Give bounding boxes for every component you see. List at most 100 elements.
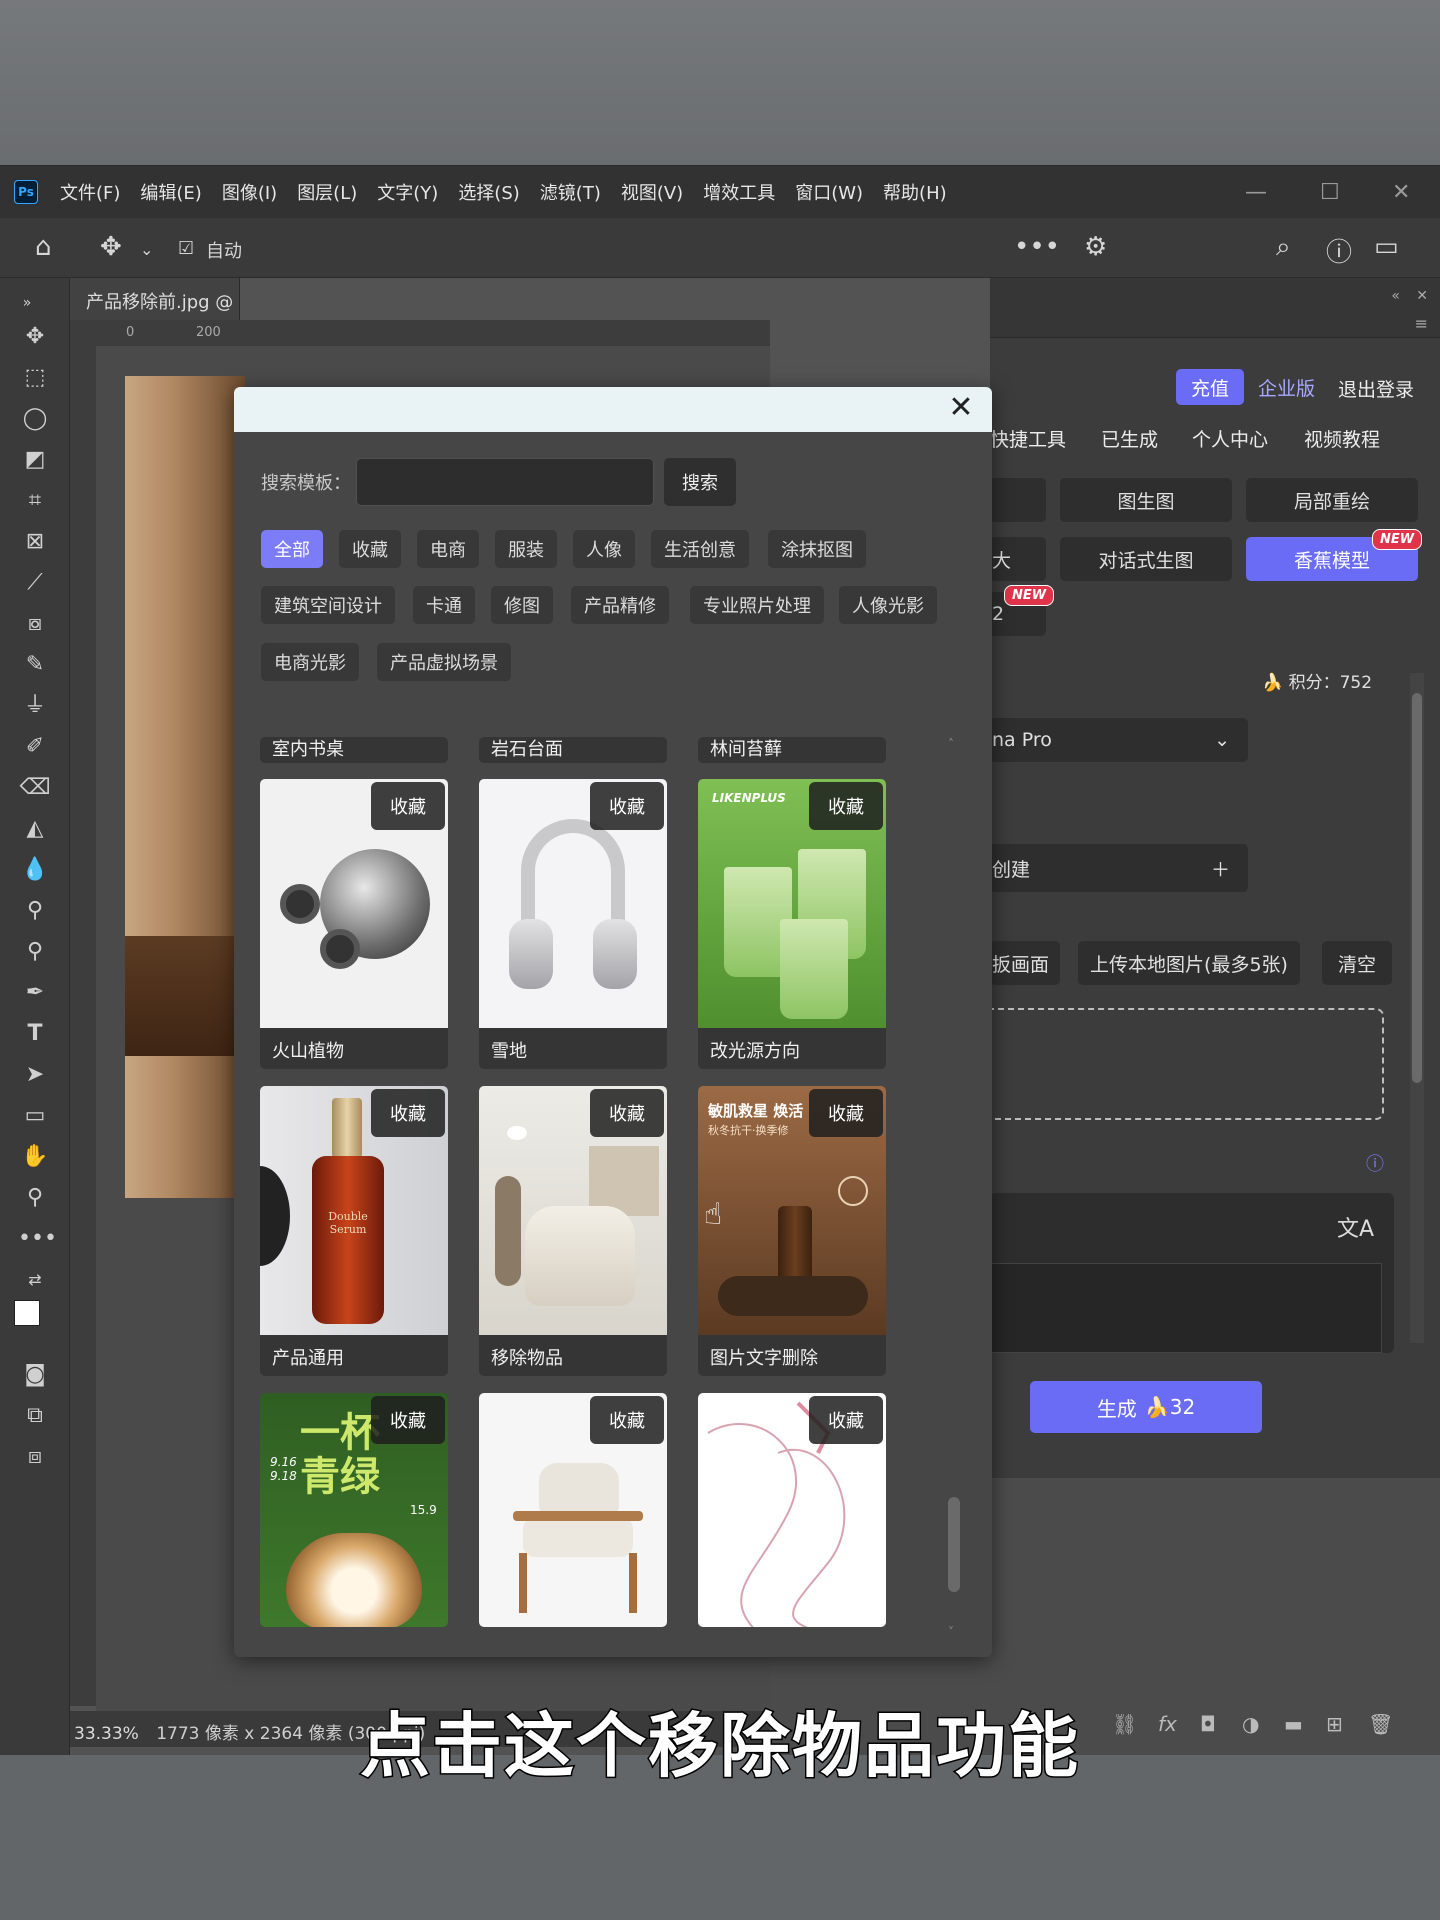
template-card[interactable]: 收藏 xyxy=(698,1393,886,1627)
blur-tool-icon[interactable]: 💧 xyxy=(18,853,52,887)
template-card-product-general[interactable]: Double Serum 收藏 产品通用 xyxy=(260,1086,448,1376)
expand-icon[interactable]: » xyxy=(10,286,44,320)
category-retouch[interactable]: 修图 xyxy=(491,586,553,624)
template-card-light-direction[interactable]: LIKENPLUS 收藏 改光源方向 xyxy=(698,779,886,1069)
grid-scrollbar[interactable]: ˄ ˅ xyxy=(944,737,964,1642)
menu-file[interactable]: 文件(F) xyxy=(60,179,120,205)
logout-link[interactable]: 退出登录 xyxy=(1338,375,1414,402)
rectangle-tool-icon[interactable]: ▭ xyxy=(18,1099,52,1133)
history-brush-icon[interactable]: ✐ xyxy=(18,730,52,764)
magnify-pen-icon[interactable]: ⚲ xyxy=(18,935,52,969)
search-input[interactable] xyxy=(356,458,654,506)
img2img-button[interactable]: 图生图 xyxy=(1060,478,1232,522)
menu-image[interactable]: 图像(I) xyxy=(222,179,277,205)
favorite-button[interactable]: 收藏 xyxy=(590,782,664,830)
close-icon[interactable]: ✕ xyxy=(944,391,978,425)
paint-bucket-icon[interactable]: ◭ xyxy=(18,812,52,846)
favorite-button[interactable]: 收藏 xyxy=(590,1396,664,1444)
question-icon[interactable]: ⓘ xyxy=(1366,1150,1384,1176)
gear-icon[interactable]: ⚙ xyxy=(1084,232,1107,262)
category-ecommerce[interactable]: 电商 xyxy=(417,530,479,568)
upload-local-button[interactable]: 上传本地图片(最多5张) xyxy=(1078,941,1300,985)
path-select-icon[interactable]: ➤ xyxy=(18,1058,52,1092)
clear-button[interactable]: 清空 xyxy=(1322,941,1392,985)
generative-icon[interactable]: ⧈ xyxy=(18,1440,52,1474)
category-product-retouch[interactable]: 产品精修 xyxy=(571,586,669,624)
prompt-input[interactable] xyxy=(990,1263,1382,1353)
help-icon[interactable]: ⓘ xyxy=(1326,232,1352,269)
hand-tool-icon[interactable]: ✋ xyxy=(18,1140,52,1174)
favorite-button[interactable]: 收藏 xyxy=(371,1089,445,1137)
frame-tool-icon[interactable]: ⊠ xyxy=(18,525,52,559)
tool-button-partial[interactable] xyxy=(990,478,1046,522)
generate-button[interactable]: 生成 🍌 32 xyxy=(1030,1381,1262,1433)
tab-video-tutorial[interactable]: 视频教程 xyxy=(1304,425,1380,452)
category-portrait-light[interactable]: 人像光影 xyxy=(839,586,937,624)
grid-scrollbar-thumb[interactable] xyxy=(948,1497,960,1592)
create-button[interactable]: 创建 ＋ xyxy=(990,844,1248,892)
crop-tool-icon[interactable]: ⌗ xyxy=(18,484,52,518)
healing-tool-icon[interactable]: ⧇ xyxy=(18,607,52,641)
tab-profile[interactable]: 个人中心 xyxy=(1192,425,1268,452)
tab-generated[interactable]: 已生成 xyxy=(1101,425,1158,452)
type-tool-icon[interactable]: T xyxy=(18,1017,52,1051)
swap-colors-icon[interactable]: ⇄ xyxy=(18,1263,52,1297)
favorite-button[interactable]: 收藏 xyxy=(590,1089,664,1137)
favorite-button[interactable]: 收藏 xyxy=(809,1396,883,1444)
menu-plugins[interactable]: 增效工具 xyxy=(703,179,775,205)
panel-scrollbar[interactable] xyxy=(1410,673,1424,1343)
home-icon[interactable]: ⌂ xyxy=(35,232,52,262)
template-card-volcano-plant[interactable]: 收藏 火山植物 xyxy=(260,779,448,1069)
lasso-tool-icon[interactable]: ◯ xyxy=(18,402,52,436)
category-clothing[interactable]: 服装 xyxy=(495,530,557,568)
tool-button-partial[interactable]: 大 xyxy=(990,537,1046,581)
category-ecommerce-light[interactable]: 电商光影 xyxy=(261,643,359,681)
menu-layer[interactable]: 图层(L) xyxy=(297,179,357,205)
category-virtual-scene[interactable]: 产品虚拟场景 xyxy=(377,643,511,681)
stamp-tool-icon[interactable]: ⏚ xyxy=(18,689,52,723)
panel-close-icon[interactable]: ✕ xyxy=(1416,288,1428,304)
search-button[interactable]: 搜索 xyxy=(664,458,736,506)
menu-view[interactable]: 视图(V) xyxy=(621,179,683,205)
eraser-tool-icon[interactable]: ⌫ xyxy=(18,771,52,805)
template-card-snow[interactable]: 收藏 雪地 xyxy=(479,779,667,1069)
inpaint-button[interactable]: 局部重绘 xyxy=(1246,478,1418,522)
menu-filter[interactable]: 滤镜(T) xyxy=(540,179,601,205)
category-favorites[interactable]: 收藏 xyxy=(339,530,401,568)
menu-type[interactable]: 文字(Y) xyxy=(377,179,438,205)
menu-select[interactable]: 选择(S) xyxy=(458,179,519,205)
maximize-icon[interactable]: ☐ xyxy=(1320,166,1340,218)
menu-help[interactable]: 帮助(H) xyxy=(883,179,947,205)
favorite-button[interactable]: 收藏 xyxy=(371,782,445,830)
template-card[interactable]: 林间苔藓 xyxy=(698,737,886,763)
chevron-down-icon[interactable]: ⌄ xyxy=(140,240,153,259)
move-tool-icon[interactable]: ✥ xyxy=(100,232,122,262)
screen-mode-icon[interactable]: ⧉ xyxy=(18,1399,52,1433)
image-drop-zone[interactable] xyxy=(980,1008,1384,1120)
eyedropper-tool-icon[interactable]: ⟋ xyxy=(18,566,52,600)
quick-mask-icon[interactable]: ◙ xyxy=(18,1358,52,1392)
menu-edit[interactable]: 编辑(E) xyxy=(140,179,201,205)
panel-scrollbar-thumb[interactable] xyxy=(1412,693,1422,1083)
marquee-tool-icon[interactable]: ⬚ xyxy=(18,361,52,395)
chat-gen-button[interactable]: 对话式生图 xyxy=(1060,537,1232,581)
object-select-tool-icon[interactable]: ◩ xyxy=(18,443,52,477)
tab-quick-tools[interactable]: 快捷工具 xyxy=(990,425,1066,452)
category-all[interactable]: 全部 xyxy=(261,530,323,568)
foreground-color-swatch[interactable] xyxy=(14,1300,40,1326)
workspace-icon[interactable]: ▭ xyxy=(1374,232,1399,262)
category-smudge-cutout[interactable]: 涂抹抠图 xyxy=(768,530,866,568)
favorite-button[interactable]: 收藏 xyxy=(809,1089,883,1137)
search-icon[interactable]: ⌕ xyxy=(1276,232,1291,263)
window-close-icon[interactable]: ✕ xyxy=(1392,166,1410,218)
more-tools-icon[interactable]: ••• xyxy=(18,1222,57,1256)
scroll-down-icon[interactable]: ˅ xyxy=(948,1625,954,1639)
recharge-button[interactable]: 充值 xyxy=(1176,369,1244,405)
minimize-icon[interactable]: — xyxy=(1245,166,1267,218)
upload-canvas-button[interactable]: 扳画面 xyxy=(990,941,1060,985)
brush-tool-icon[interactable]: ✎ xyxy=(18,648,52,682)
template-card[interactable]: 室内书桌 xyxy=(260,737,448,763)
template-card-remove-object[interactable]: 收藏 移除物品 xyxy=(479,1086,667,1376)
enterprise-link[interactable]: 企业版 xyxy=(1258,374,1315,401)
menu-window[interactable]: 窗口(W) xyxy=(795,179,863,205)
